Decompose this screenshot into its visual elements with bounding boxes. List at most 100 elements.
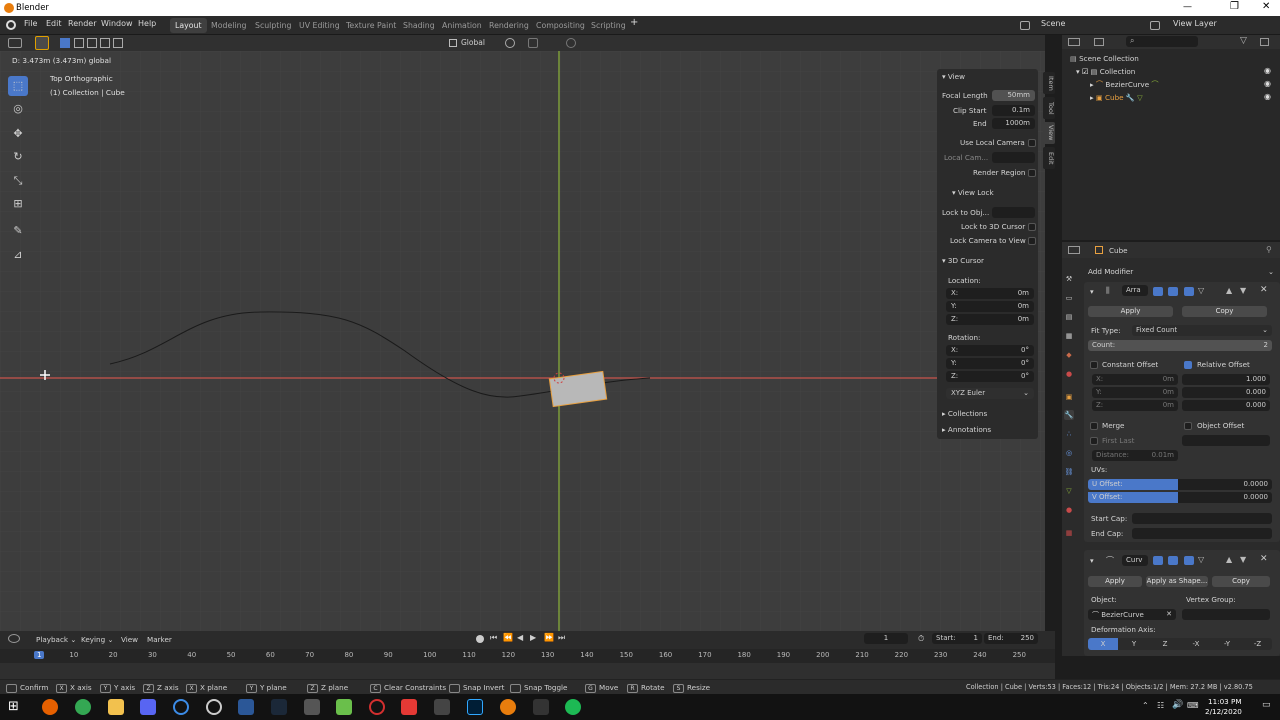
clock-time[interactable]: 11:03 PM	[1208, 697, 1242, 706]
outliner-editor-icon[interactable]	[1068, 38, 1080, 46]
notification-icon[interactable]: ▭	[1262, 700, 1271, 710]
output-tab-icon[interactable]: ▤	[1064, 312, 1074, 322]
tool-tab-icon[interactable]: ⚒	[1064, 274, 1074, 284]
clip-start-field[interactable]: 0.1m	[992, 105, 1035, 116]
array-editmode-icon[interactable]	[1153, 287, 1163, 296]
collection-visibility-icon[interactable]: ◉	[1264, 66, 1271, 75]
obs-icon[interactable]	[206, 699, 222, 715]
scale-tool-icon[interactable]: ⤡	[8, 171, 28, 191]
current-frame-field[interactable]: 1	[864, 633, 908, 644]
orientation-icon[interactable]	[449, 39, 457, 47]
tab-layout[interactable]: Layout	[170, 18, 207, 33]
tab-edit[interactable]: Edit	[1043, 147, 1055, 169]
material-tab-icon[interactable]: ●	[1064, 505, 1074, 515]
cursor-rotation-x[interactable]: X: 0°	[946, 345, 1034, 356]
constant-offset-x[interactable]: X: 0m	[1092, 374, 1178, 385]
array-name-field[interactable]: Arra	[1122, 285, 1148, 296]
curve-move-down-icon[interactable]: ▼	[1240, 555, 1246, 564]
jump-start-icon[interactable]: ⏮	[490, 633, 497, 643]
vpn-icon[interactable]	[173, 699, 189, 715]
cursor-location-y[interactable]: Y: 0m	[946, 301, 1034, 312]
select-tool-icon[interactable]: ⬚	[8, 76, 28, 96]
unity-icon[interactable]	[533, 699, 549, 715]
jump-keyframe-back-icon[interactable]: ⏪	[503, 633, 513, 642]
data-tab-icon[interactable]: ▽	[1064, 486, 1074, 496]
menu-render[interactable]: Render	[68, 19, 96, 28]
rotation-mode-dropdown[interactable]: XYZ Euler ⌄	[946, 388, 1034, 399]
annotate-tool-icon[interactable]: ✎	[8, 221, 28, 241]
add-workspace-button[interactable]: +	[630, 17, 638, 28]
tab-rendering[interactable]: Rendering	[484, 18, 534, 33]
scene-tab-icon[interactable]: ◆	[1064, 350, 1074, 360]
view-lock-section-header[interactable]: View Lock	[958, 188, 994, 197]
discord-icon[interactable]	[140, 699, 156, 715]
modifier-tab-icon[interactable]: 🔧	[1064, 410, 1074, 420]
outliner-search-input[interactable]: ⌕	[1126, 36, 1198, 47]
array-move-down-icon[interactable]: ▼	[1240, 286, 1246, 295]
firefox-icon[interactable]	[42, 699, 58, 715]
curve-apply-button[interactable]: Apply	[1088, 576, 1142, 587]
end-cap-field[interactable]	[1132, 528, 1272, 539]
tab-tool[interactable]: Tool	[1043, 97, 1055, 119]
array-render-icon[interactable]	[1184, 287, 1194, 296]
select-invert-icon[interactable]	[100, 38, 110, 48]
view-layer-icon[interactable]	[1150, 21, 1160, 30]
clock-date[interactable]: 2/12/2020	[1205, 707, 1242, 716]
timeline-editor-icon[interactable]	[8, 634, 20, 643]
photoshop-icon[interactable]	[467, 699, 483, 715]
constraints-tab-icon[interactable]: ⛓	[1064, 467, 1074, 477]
3d-viewport[interactable]: D: 3.473m (3.473m) global Top Orthograph…	[0, 51, 1045, 631]
curve-viewport-icon[interactable]	[1168, 556, 1178, 565]
spotify-icon[interactable]	[565, 699, 581, 715]
timeline-view-menu[interactable]: View	[121, 635, 138, 644]
keyboard-icon[interactable]: ⌨	[1187, 701, 1199, 710]
blender-menu-icon[interactable]	[6, 20, 16, 30]
start-menu-icon[interactable]: ⊞	[8, 699, 24, 715]
steam-icon[interactable]	[271, 699, 287, 715]
add-modifier-dropdown-icon[interactable]: ⌄	[1268, 267, 1274, 276]
menu-help[interactable]: Help	[138, 19, 156, 28]
fit-type-dropdown[interactable]: Fixed Count ⌄	[1132, 325, 1272, 336]
measure-tool-icon[interactable]: ⊿	[8, 245, 28, 265]
jump-end-icon[interactable]: ⏭	[558, 633, 565, 643]
lock-to-object-field[interactable]	[992, 207, 1035, 218]
lock-camera-to-view-checkbox[interactable]	[1028, 237, 1036, 245]
rotate-tool-icon[interactable]: ↻	[8, 147, 28, 167]
cursor-location-x[interactable]: X: 0m	[946, 288, 1034, 299]
blender-taskbar-icon[interactable]	[500, 699, 516, 715]
minecraft-icon[interactable]	[336, 699, 352, 715]
view-section-header[interactable]: View	[948, 72, 965, 81]
select-mode-icon[interactable]	[35, 36, 49, 50]
keying-menu[interactable]: Keying ⌄	[81, 635, 113, 644]
maximize-button[interactable]: ❐	[1230, 1, 1239, 12]
close-button[interactable]: ✕	[1262, 1, 1270, 12]
new-collection-icon[interactable]	[1260, 38, 1269, 46]
add-modifier-button[interactable]: Add Modifier	[1088, 267, 1133, 276]
outliner-item-beziercurve[interactable]: BezierCurve	[1105, 80, 1149, 89]
relative-offset-z[interactable]: 0.000	[1182, 400, 1270, 411]
tab-view[interactable]: View	[1043, 122, 1055, 144]
lock-to-3d-cursor-checkbox[interactable]	[1028, 223, 1036, 231]
vertex-group-field[interactable]	[1182, 609, 1270, 620]
3d-cursor-section-header[interactable]: 3D Cursor	[948, 256, 984, 265]
curve-editmode-icon[interactable]	[1153, 556, 1163, 565]
use-local-camera-checkbox[interactable]	[1028, 139, 1036, 147]
u-offset-field[interactable]: U Offset: 0.0000	[1088, 479, 1272, 490]
transform-tool-icon[interactable]: ⊞	[8, 194, 28, 214]
marker-menu[interactable]: Marker	[147, 635, 172, 644]
view-layer-tab-icon[interactable]: ▦	[1064, 331, 1074, 341]
tab-compositing[interactable]: Compositing	[531, 18, 590, 33]
menu-window[interactable]: Window	[101, 19, 133, 28]
curve-oncage-icon[interactable]: ▽	[1198, 555, 1204, 564]
cursor-rotation-y[interactable]: Y: 0°	[946, 358, 1034, 369]
axis-z-button[interactable]: Z	[1150, 638, 1180, 650]
pivot-icon[interactable]	[505, 38, 515, 48]
playback-menu[interactable]: Playback ⌄	[36, 635, 76, 644]
tab-modeling[interactable]: Modeling	[206, 18, 251, 33]
beziercurve-visibility-icon[interactable]: ◉	[1264, 79, 1271, 88]
relative-offset-x[interactable]: 1.000	[1182, 374, 1270, 385]
filter-icon[interactable]: ▽	[1240, 36, 1247, 46]
tab-texture-paint[interactable]: Texture Paint	[341, 18, 401, 33]
cat-app-icon[interactable]	[434, 699, 450, 715]
chrome-icon[interactable]	[75, 699, 91, 715]
